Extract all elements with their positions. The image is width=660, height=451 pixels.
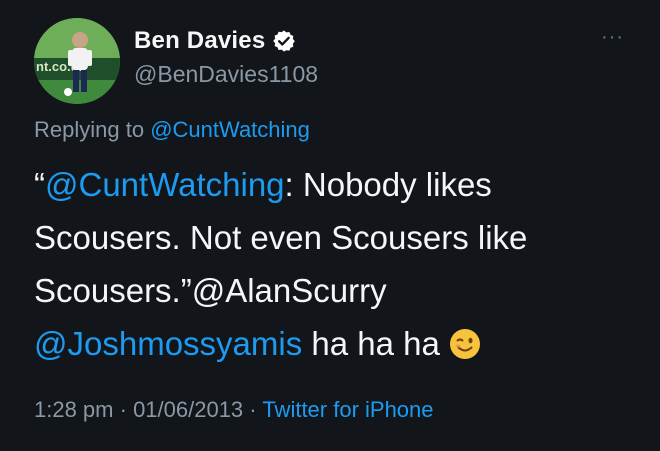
mention-link[interactable]: @Joshmossyamis xyxy=(34,325,302,362)
tweet-time[interactable]: 1:28 pm xyxy=(34,397,114,422)
author-handle[interactable]: @BenDavies1108 xyxy=(134,61,318,88)
replying-to-label: Replying to xyxy=(34,117,151,142)
winking-face-icon xyxy=(450,329,481,359)
tweet-date[interactable]: 01/06/2013 xyxy=(133,397,243,422)
replying-to: Replying to @CuntWatching xyxy=(34,117,310,143)
tweet-text-segment: : Nobody likes xyxy=(284,166,492,203)
tweet-line-2: Scousers. Not even Scousers like xyxy=(34,219,528,256)
avatar-photo: nt.co.uk xyxy=(34,18,120,104)
meta-separator: · xyxy=(243,397,263,422)
tweet-text-segment: ha ha ha xyxy=(302,325,450,362)
avatar[interactable]: nt.co.uk xyxy=(34,18,120,104)
author-name[interactable]: Ben Davies xyxy=(134,27,265,55)
more-options-icon[interactable]: ··· xyxy=(601,26,624,49)
mention-link[interactable]: @CuntWatching xyxy=(45,166,285,203)
tweet-line-1: “@CuntWatching: Nobody likes xyxy=(34,158,634,211)
tweet-meta: 1:28 pm · 01/06/2013 · Twitter for iPhon… xyxy=(34,397,434,423)
meta-separator: · xyxy=(113,397,134,422)
tweet-line-4: @Joshmossyamis ha ha ha xyxy=(34,317,634,370)
replying-to-link[interactable]: @CuntWatching xyxy=(150,117,310,142)
verified-badge-icon xyxy=(273,30,295,52)
tweet-line-3: Scousers.”@AlanScurry xyxy=(34,272,387,309)
tweet-text: “@CuntWatching: Nobody likes Scousers. N… xyxy=(34,158,634,370)
tweet-source-link[interactable]: Twitter for iPhone xyxy=(262,397,433,422)
quote-mark: “ xyxy=(34,166,45,203)
tweet-card: nt.co.uk Ben Davies @BenDavies1108 ··· R… xyxy=(0,0,660,451)
